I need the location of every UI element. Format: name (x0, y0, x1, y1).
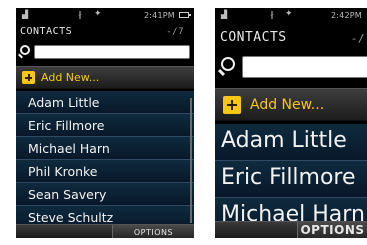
add-new-label: Add New... (250, 96, 325, 113)
phone-screen-large: ▟ ∦ ✦ 2:42PM CONTACTS -/ Add New... Adam… (215, 8, 367, 238)
search-input[interactable] (242, 56, 367, 78)
contact-name: Eric Fillmore (221, 165, 356, 190)
battery-icon (179, 12, 191, 18)
bluetooth-icon: ∦ (270, 10, 274, 19)
search-bar (18, 43, 192, 61)
clock: 2:41PM (144, 11, 175, 20)
contact-row[interactable]: Eric Fillmore (16, 114, 194, 137)
plus-icon (223, 95, 241, 114)
contact-row[interactable]: Eric Fillmore (215, 161, 367, 198)
signal-icon: ▟ (22, 10, 29, 19)
page-title-bar: CONTACTS -/7 (16, 26, 194, 40)
add-new-button[interactable]: Add New... (215, 88, 367, 121)
contact-count: -/ (350, 32, 365, 45)
search-icon (18, 44, 32, 60)
contact-row[interactable]: Sean Savery (16, 183, 194, 206)
search-input[interactable] (34, 45, 190, 59)
search-bar (217, 54, 367, 80)
status-bar: ▟ ∦ ✦ 2:41PM (16, 8, 194, 23)
options-button[interactable]: OPTIONS (297, 222, 367, 238)
contact-name: Michael Harn (28, 141, 110, 156)
signal-icon: ▟ (221, 10, 228, 19)
contact-name: Steve Schultz (28, 210, 114, 225)
contact-name: Adam Little (221, 128, 347, 153)
softkey-bar: OPTIONS (16, 224, 194, 238)
options-button[interactable]: OPTIONS (112, 225, 194, 238)
contact-row[interactable]: Adam Little (215, 124, 367, 161)
contact-row[interactable]: Michael Harn (16, 137, 194, 160)
page-title: CONTACTS (220, 30, 287, 45)
contact-name: Phil Kronke (28, 164, 98, 179)
scrollbar[interactable] (190, 98, 192, 223)
add-new-button[interactable]: Add New... (16, 66, 194, 89)
status-bar: ▟ ∦ ✦ 2:42PM (215, 8, 367, 23)
phone-screen-small: ▟ ∦ ✦ 2:41PM CONTACTS -/7 Add New... Ada… (16, 8, 194, 238)
search-icon (217, 55, 240, 79)
plus-icon (22, 71, 35, 84)
contact-name: Eric Fillmore (28, 118, 105, 133)
contact-row[interactable]: Adam Little (16, 91, 194, 114)
gps-icon: ✦ (94, 9, 102, 19)
clock: 2:42PM (331, 11, 362, 20)
softkey-bar: OPTIONS (215, 221, 367, 238)
add-new-label: Add New... (41, 71, 100, 84)
page-title-bar: CONTACTS -/ (215, 30, 367, 50)
contact-count: -/7 (166, 27, 184, 37)
page-title: CONTACTS (20, 26, 73, 37)
contact-name: Sean Savery (28, 187, 107, 202)
contact-row[interactable]: Phil Kronke (16, 160, 194, 183)
gps-icon: ✦ (285, 9, 293, 19)
bluetooth-icon: ∦ (78, 10, 82, 19)
contact-name: Adam Little (28, 95, 100, 110)
